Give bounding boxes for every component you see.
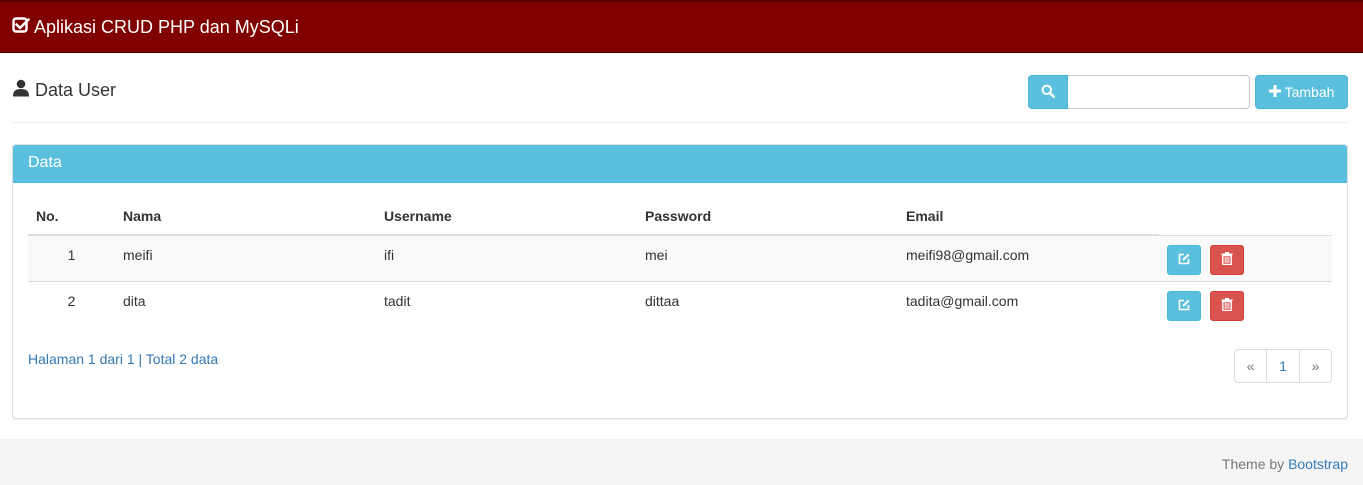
trash-icon bbox=[1221, 297, 1233, 314]
search-button[interactable] bbox=[1028, 75, 1068, 109]
footer-text: Theme by Bootstrap bbox=[1222, 456, 1348, 472]
check-square-icon bbox=[12, 16, 34, 39]
cell-actions bbox=[1159, 280, 1332, 327]
page-info-link[interactable]: Halaman 1 dari 1 | Total 2 data bbox=[28, 351, 218, 367]
table-row: 2 dita tadit dittaa tadita@gmail.com bbox=[28, 280, 1332, 327]
search-group bbox=[1028, 75, 1250, 109]
footer: Theme by Bootstrap bbox=[0, 439, 1363, 485]
column-header-password: Password bbox=[637, 197, 898, 236]
user-icon bbox=[12, 79, 35, 102]
delete-button[interactable] bbox=[1209, 290, 1244, 321]
edit-button[interactable] bbox=[1167, 290, 1201, 321]
add-button[interactable]: Tambah bbox=[1255, 75, 1348, 109]
pagination-page-1[interactable]: 1 bbox=[1266, 349, 1300, 383]
footer-bootstrap-link[interactable]: Bootstrap bbox=[1288, 456, 1348, 472]
search-icon bbox=[1041, 84, 1056, 101]
cell-no: 1 bbox=[28, 234, 115, 281]
cell-username: ifi bbox=[376, 234, 637, 281]
column-header-username: Username bbox=[376, 197, 637, 236]
table-header-row: No. Nama Username Password Email bbox=[28, 197, 1332, 236]
data-panel: Data No. Nama Username Password Email 1 … bbox=[12, 144, 1348, 419]
pagination-next[interactable]: » bbox=[1299, 349, 1332, 383]
add-button-label: Tambah bbox=[1284, 84, 1335, 100]
column-header-email: Email bbox=[898, 197, 1159, 236]
cell-nama: dita bbox=[115, 280, 376, 327]
cell-email: meifi98@gmail.com bbox=[898, 234, 1159, 281]
cell-nama: meifi bbox=[115, 234, 376, 281]
search-input[interactable] bbox=[1068, 75, 1250, 109]
panel-heading: Data bbox=[13, 145, 1347, 183]
page-title-text: Data User bbox=[35, 80, 117, 100]
plus-icon bbox=[1268, 84, 1285, 100]
column-header-no: No. bbox=[28, 197, 115, 236]
app-title: Aplikasi CRUD PHP dan MySQLi bbox=[34, 17, 299, 37]
user-table: No. Nama Username Password Email 1 meifi… bbox=[28, 197, 1332, 327]
edit-button[interactable] bbox=[1167, 244, 1201, 275]
page-header: Data User Tambah bbox=[12, 75, 1348, 123]
page-title: Data User bbox=[12, 79, 116, 102]
panel-title: Data bbox=[28, 154, 62, 171]
navbar: Aplikasi CRUD PHP dan MySQLi bbox=[0, 0, 1363, 53]
delete-button[interactable] bbox=[1209, 244, 1244, 275]
pagination: « 1 » bbox=[1234, 349, 1332, 383]
pagination-prev[interactable]: « bbox=[1234, 349, 1267, 383]
cell-actions bbox=[1159, 234, 1332, 281]
cell-password: mei bbox=[637, 234, 898, 281]
cell-username: tadit bbox=[376, 280, 637, 327]
cell-email: tadita@gmail.com bbox=[898, 280, 1159, 327]
edit-icon bbox=[1178, 252, 1190, 268]
cell-password: dittaa bbox=[637, 280, 898, 327]
app-brand[interactable]: Aplikasi CRUD PHP dan MySQLi bbox=[12, 2, 299, 53]
table-row: 1 meifi ifi mei meifi98@gmail.com bbox=[28, 234, 1332, 281]
footer-prefix: Theme by bbox=[1221, 456, 1285, 472]
cell-no: 2 bbox=[28, 280, 115, 327]
trash-icon bbox=[1221, 251, 1233, 268]
edit-icon bbox=[1178, 298, 1190, 314]
column-header-nama: Nama bbox=[115, 197, 376, 236]
column-header-actions bbox=[1159, 197, 1332, 235]
